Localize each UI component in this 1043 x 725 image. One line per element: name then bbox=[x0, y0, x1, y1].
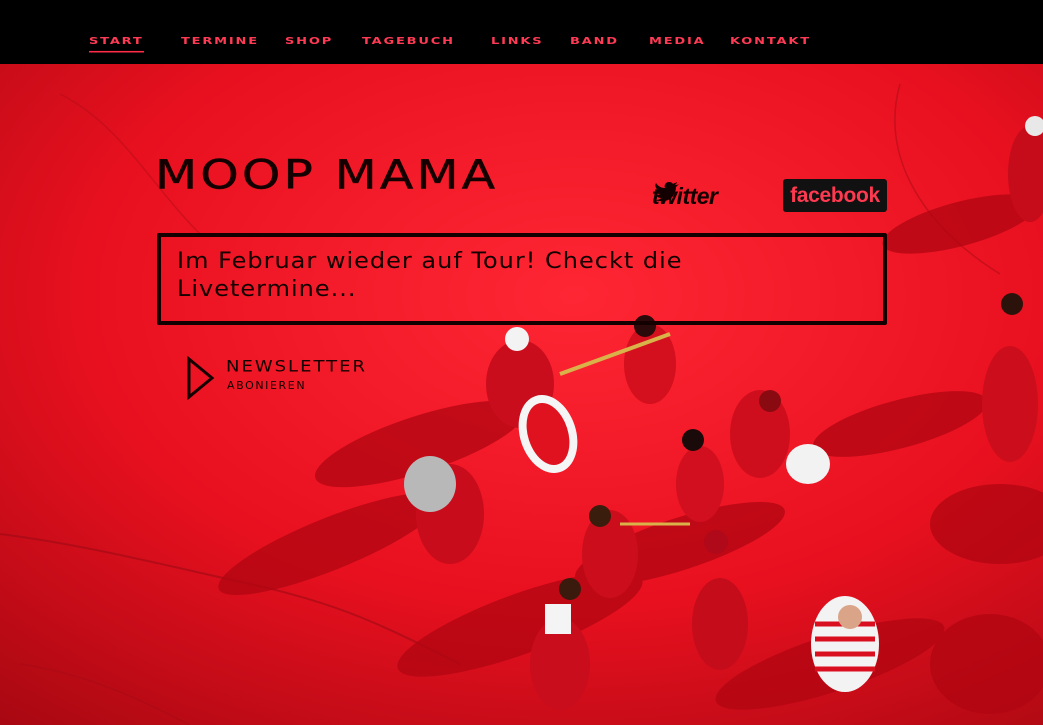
nav-item-band[interactable]: Band bbox=[570, 33, 619, 50]
nav-item-shop[interactable]: Shop bbox=[285, 33, 333, 50]
play-arrow-icon bbox=[187, 356, 215, 400]
band-logo[interactable]: MOOP MAMA bbox=[155, 153, 498, 197]
hero-section: MOOP MAMA twitter facebook Im Februar wi… bbox=[0, 64, 1043, 725]
nav-item-media[interactable]: Media bbox=[649, 33, 706, 50]
nav-item-links[interactable]: Links bbox=[491, 33, 543, 50]
newsletter-subtitle: abonieren bbox=[227, 379, 307, 392]
nav-item-termine[interactable]: Termine bbox=[181, 33, 259, 50]
bird-icon bbox=[654, 182, 679, 201]
nav-item-tagebuch[interactable]: Tagebuch bbox=[362, 33, 455, 50]
news-teaser-link[interactable]: Im Februar wieder auf Tour! Checkt die L… bbox=[177, 247, 837, 302]
twitter-link[interactable]: twitter bbox=[652, 181, 760, 211]
facebook-link[interactable]: facebook bbox=[783, 179, 887, 212]
top-navigation-bar: Start Termine Shop Tagebuch Links Band M… bbox=[0, 0, 1043, 64]
news-box: Im Februar wieder auf Tour! Checkt die L… bbox=[157, 233, 887, 325]
newsletter-subscribe-link[interactable]: Newsletter abonieren bbox=[186, 356, 426, 402]
nav-item-kontakt[interactable]: Kontakt bbox=[730, 33, 811, 50]
newsletter-title: Newsletter bbox=[226, 357, 368, 376]
nav-item-start[interactable]: Start bbox=[89, 33, 144, 53]
